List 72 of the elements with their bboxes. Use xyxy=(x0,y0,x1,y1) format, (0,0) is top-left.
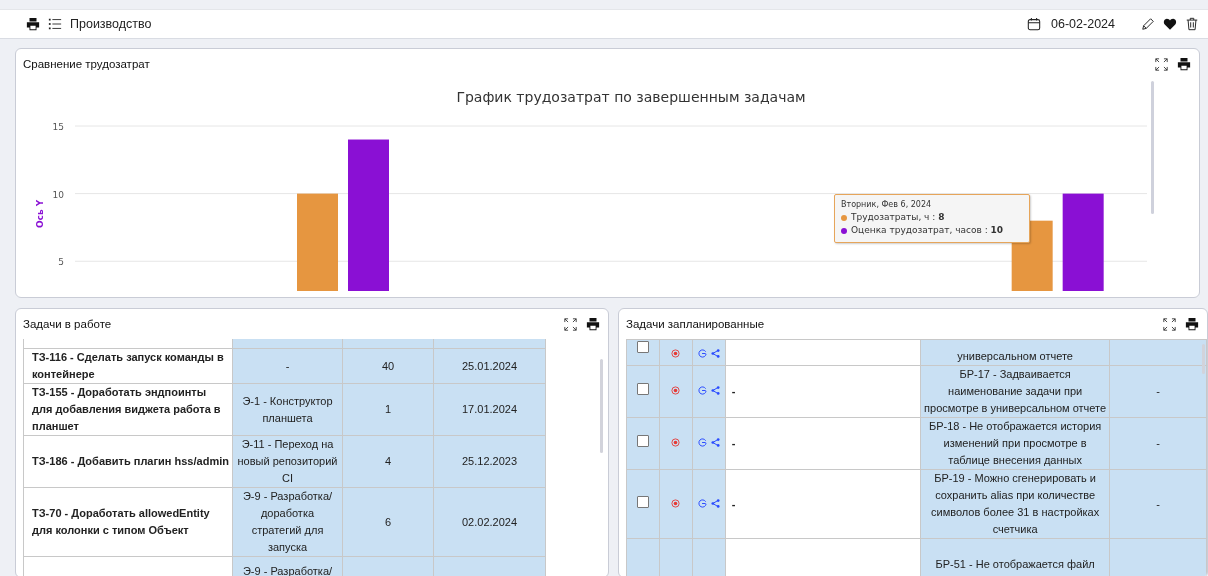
table-cell: ТЗ-155 - Доработать эндпоинты для добавления виджета работа в планшет xyxy=(23,383,233,436)
y-tick-label: 10 xyxy=(52,189,64,200)
scrollbar[interactable] xyxy=(600,359,603,453)
table-cell: ТЗ-116 - Сделать запуск команды в контейнере xyxy=(23,348,233,384)
tooltip-text: Трудозатраты, ч : 8 xyxy=(851,211,945,224)
table-cell: БР-17 - Задваивается наименование задачи при просмотре в универсальном отчете xyxy=(920,365,1110,418)
table-cell: 25.12.2023 xyxy=(433,435,546,488)
chart-title: График трудозатрат по завершенным задачам xyxy=(456,89,806,105)
target-icon[interactable] xyxy=(671,438,681,447)
target-icon[interactable] xyxy=(671,349,681,358)
table-cell: БР-18 - Не отображается история изменений при просмотре в таблице внесения данных xyxy=(920,417,1110,470)
card-title: Задачи в работе xyxy=(23,318,112,330)
table-cell: - xyxy=(1109,417,1207,470)
print-icon[interactable] xyxy=(26,17,40,31)
y-axis-label: Ось Y xyxy=(35,199,45,229)
print-icon[interactable] xyxy=(1185,317,1199,331)
refresh-icon[interactable] xyxy=(697,386,707,395)
table-cell: ТЗ-186 - Добавить плагин hss/admin xyxy=(23,435,233,488)
target-icon[interactable] xyxy=(671,498,681,508)
y-tick-label: 5 xyxy=(58,257,64,268)
print-icon[interactable] xyxy=(586,317,600,331)
table-cell: - xyxy=(725,417,921,470)
table-cell: 4 xyxy=(342,435,434,488)
tooltip-text: Оценка трудозатрат, часов : 10 xyxy=(851,224,1004,237)
bar[interactable] xyxy=(1062,193,1104,291)
scrollbar[interactable] xyxy=(1151,81,1154,214)
scrollbar[interactable] xyxy=(1202,344,1205,374)
table-cell: универсальном отчете xyxy=(920,339,1110,366)
expand-icon[interactable] xyxy=(1163,317,1176,331)
checkbox[interactable] xyxy=(636,383,649,395)
share-icon[interactable] xyxy=(710,498,720,508)
refresh-icon[interactable] xyxy=(697,498,707,508)
page-title: Производство xyxy=(70,17,152,31)
table-cell: Э-1 - Конструктор планшета xyxy=(232,383,343,436)
checkbox[interactable] xyxy=(636,341,649,353)
table-cell: - xyxy=(232,348,343,384)
refresh-icon[interactable] xyxy=(697,349,707,358)
table-cell: - xyxy=(725,365,921,418)
table-cell: - xyxy=(725,469,921,539)
list-icon[interactable] xyxy=(48,17,62,31)
card-title: Задачи запланированные xyxy=(626,318,765,330)
table-cell: БР-19 - Можно сгенерировать и сохранить alias при количестве символов более 31 в настройках счетчика xyxy=(920,469,1110,539)
print-icon[interactable] xyxy=(1177,57,1191,71)
table-cell: 02.02.2024 xyxy=(433,487,546,557)
table-cell: Э-9 - Разработка/ доработка стратегий для запуска xyxy=(232,487,343,557)
table-cell: - xyxy=(1109,365,1207,418)
checkbox[interactable] xyxy=(636,435,649,447)
pencil-icon[interactable] xyxy=(1141,17,1155,31)
y-tick-label: 15 xyxy=(52,122,64,132)
heart-icon[interactable] xyxy=(1163,17,1177,31)
expand-icon[interactable] xyxy=(1155,57,1168,71)
table-cell: 25.01.2024 xyxy=(433,348,546,384)
checkbox[interactable] xyxy=(636,495,649,508)
table-cell: 1 xyxy=(342,383,434,436)
table-cell: Э-11 - Переход на новый репозиторий CI xyxy=(232,435,343,488)
share-icon[interactable] xyxy=(710,438,720,447)
trash-icon[interactable] xyxy=(1185,17,1199,31)
table-cell: 6 xyxy=(342,487,434,557)
table-cell: БР-51 - Не отображается файл xyxy=(920,538,1110,576)
table-cell: ТЗ-70 - Доработать allowedEntity для колонки с типом Объект xyxy=(23,487,233,557)
table-cell: - xyxy=(1109,469,1207,539)
table-cell: 17.01.2024 xyxy=(433,383,546,436)
card-title: Сравнение трудозатрат xyxy=(23,58,150,70)
refresh-icon[interactable] xyxy=(697,438,707,447)
target-icon[interactable] xyxy=(671,386,681,395)
tooltip-title: Вторник, Фев 6, 2024 xyxy=(841,200,933,209)
calendar-icon[interactable] xyxy=(1027,17,1042,31)
date-text: 06-02-2024 xyxy=(1051,17,1115,31)
expand-icon[interactable] xyxy=(564,317,577,331)
share-icon[interactable] xyxy=(710,349,720,358)
share-icon[interactable] xyxy=(710,386,720,395)
table-cell: 40 xyxy=(342,348,434,384)
